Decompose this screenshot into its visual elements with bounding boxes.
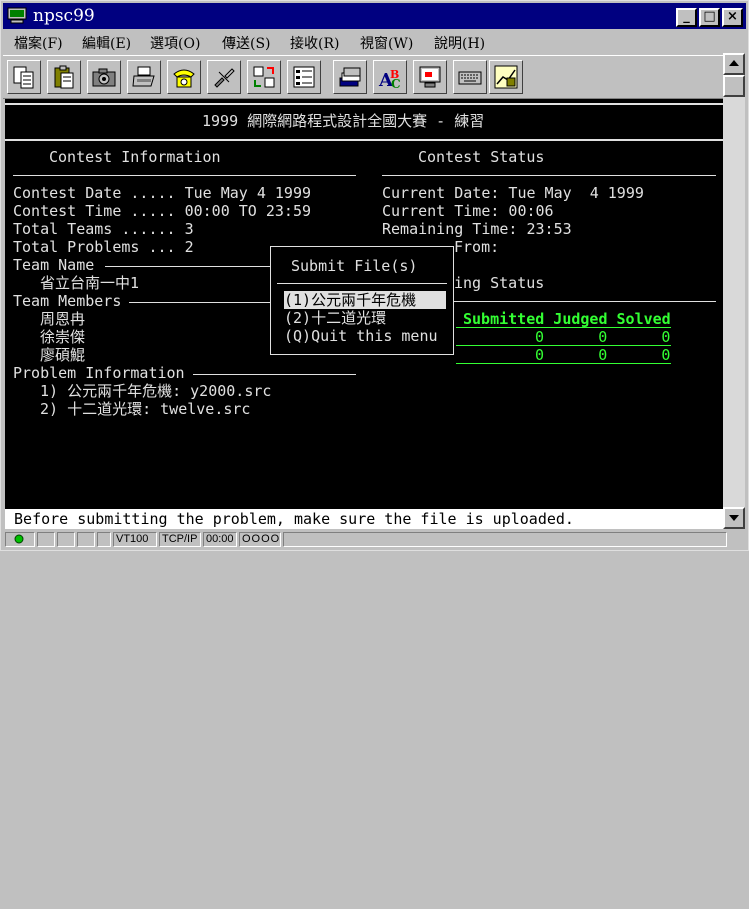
disconnect-icon[interactable] [207, 60, 241, 94]
status-row: 0 0 0 [535, 328, 671, 346]
status-blank [283, 532, 727, 547]
vertical-scrollbar[interactable] [723, 53, 745, 529]
title-bar[interactable]: npsc99 _ □ × [3, 3, 746, 29]
arrow-up-icon [729, 60, 739, 66]
window-title: npsc99 [33, 6, 95, 26]
from-label: From: [454, 238, 500, 256]
message-line: Before submitting the problem, make sure… [5, 509, 723, 529]
divider [105, 266, 270, 267]
spell-icon[interactable]: ABC [373, 60, 407, 94]
divider [13, 175, 356, 176]
scroll-thumb[interactable] [723, 75, 745, 97]
lights-indicator: OOOO [239, 532, 281, 547]
team-name-label: Team Name [13, 256, 95, 274]
emulation-indicator: VT100 [113, 532, 157, 547]
chart-icon[interactable] [489, 60, 523, 94]
status-cell [97, 532, 111, 547]
keyboard-icon[interactable] [453, 60, 487, 94]
menu-file[interactable]: 檔案(F) [14, 33, 63, 53]
led-icon [14, 534, 24, 544]
divider [277, 283, 447, 284]
team-members-label: Team Members [13, 292, 122, 310]
menu-bar: 檔案(F) 編輯(E) 選項(O) 傳送(S) 接收(R) 視窗(W) 說明(H… [3, 31, 746, 53]
contest-info-title: Contest Information [49, 148, 221, 166]
settings-icon[interactable] [287, 60, 321, 94]
menu-help[interactable]: 說明(H) [434, 33, 485, 53]
total-teams: Total Teams ...... 3 [13, 220, 194, 238]
status-cell [37, 532, 55, 547]
divider [382, 175, 716, 176]
status-led [5, 532, 35, 547]
printer-icon[interactable] [127, 60, 161, 94]
terminal-window: npsc99 _ □ × 檔案(F) 編輯(E) 選項(O) 傳送(S) 接收(… [0, 0, 749, 551]
menu-send[interactable]: 傳送(S) [222, 33, 271, 53]
contest-date: Contest Date ..... Tue May 4 1999 [13, 184, 312, 202]
terminal-screen[interactable]: 1999 網際網路程式設計全國大賽 - 練習 Contest Informati… [5, 99, 723, 529]
member-1: 周恩冉 [40, 310, 86, 328]
terminal-header: 1999 網際網路程式設計全國大賽 - 練習 [202, 112, 485, 130]
minimize-button[interactable]: _ [676, 8, 697, 27]
app-terminal-icon [7, 7, 27, 24]
screen-icon[interactable] [413, 60, 447, 94]
member-2: 徐崇傑 [40, 328, 86, 346]
status-bar: VT100 TCP/IP 00:00 OOOO [3, 531, 746, 549]
status-row: 0 0 0 [535, 346, 671, 364]
current-date: Current Date: Tue May 4 1999 [382, 184, 644, 202]
judging-status-label: ing Status [454, 274, 545, 292]
maximize-button[interactable]: □ [699, 8, 720, 27]
status-cell [77, 532, 95, 547]
submit-file-popup: Submit File(s) (1)公元兩千年危機 (2)十二道光環 (Q)Qu… [270, 246, 454, 355]
divider [454, 301, 716, 302]
header-rule-top [5, 103, 723, 105]
paste-icon[interactable] [47, 60, 81, 94]
remaining-time: Remaining Time: 23:53 [382, 220, 572, 238]
popup-option-1[interactable]: (1)公元兩千年危機 [284, 291, 416, 309]
copy-icon[interactable] [7, 60, 41, 94]
status-cell [57, 532, 75, 547]
scroll-down-button[interactable] [723, 507, 745, 529]
toolbar: ABC [3, 55, 723, 99]
contest-time: Contest Time ..... 00:00 TO 23:59 [13, 202, 312, 220]
current-time: Current Time: 00:06 [382, 202, 554, 220]
popup-option-2[interactable]: (2)十二道光環 [284, 309, 386, 327]
divider [456, 363, 671, 364]
problem-1: 1) 公元兩千年危機: y2000.src [40, 382, 272, 400]
member-3: 廖碩鯤 [40, 346, 86, 364]
message-text: Before submitting the problem, make sure… [5, 510, 574, 528]
menu-edit[interactable]: 編輯(E) [82, 33, 131, 53]
status-headers: Submitted Judged Solved [463, 310, 671, 328]
contest-status-title: Contest Status [418, 148, 545, 166]
phone-icon[interactable] [167, 60, 201, 94]
popup-title: Submit File(s) [291, 257, 418, 275]
transfer-icon[interactable] [247, 60, 281, 94]
header-rule-bottom [5, 139, 723, 141]
total-problems: Total Problems ... 2 [13, 238, 194, 256]
timer-indicator: 00:00 [203, 532, 237, 547]
problem-info-label: Problem Information [13, 364, 185, 382]
divider [129, 302, 270, 303]
camera-icon[interactable] [87, 60, 121, 94]
protocol-indicator: TCP/IP [159, 532, 201, 547]
scroll-up-button[interactable] [723, 53, 745, 75]
menu-window[interactable]: 視窗(W) [360, 33, 413, 53]
team-name: 省立台南一中1 [40, 274, 140, 292]
arrow-down-icon [729, 515, 739, 521]
menu-options[interactable]: 選項(O) [150, 33, 200, 53]
menu-receive[interactable]: 接收(R) [290, 33, 339, 53]
problem-2: 2) 十二道光環: twelve.src [40, 400, 251, 418]
svg-text:C: C [391, 77, 401, 90]
popup-option-quit[interactable]: (Q)Quit this menu [284, 327, 438, 345]
stack-icon[interactable] [333, 60, 367, 94]
close-button[interactable]: × [722, 8, 743, 27]
